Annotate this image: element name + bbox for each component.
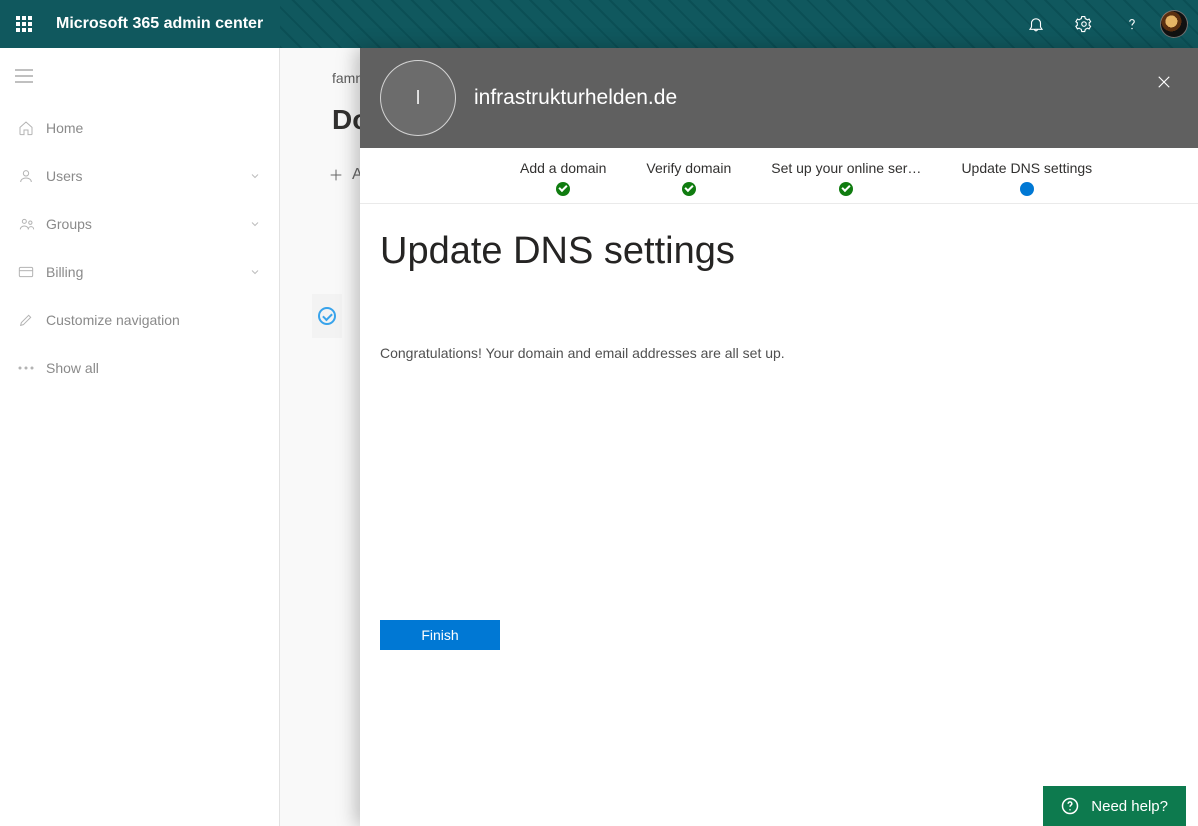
check-circle-icon [682,182,696,196]
step-setup-services[interactable]: Set up your online ser… [771,160,921,196]
product-name: Microsoft 365 admin center [48,15,279,33]
sidebar-item-show-all[interactable]: Show all [0,344,279,392]
step-verify-domain[interactable]: Verify domain [646,160,731,196]
left-nav: Home Users Groups Billing Customize n [0,48,280,826]
hamburger-icon [15,69,33,83]
panel-message: Congratulations! Your domain and email a… [380,345,1178,361]
sidebar-item-label: Home [46,120,83,136]
bell-icon [1027,15,1045,33]
step-update-dns[interactable]: Update DNS settings [961,160,1092,196]
check-circle-icon [839,182,853,196]
sidebar-item-label: Groups [46,216,92,232]
domain-avatar-initial: I [415,87,421,110]
chevron-down-icon [249,218,261,230]
panel-header: I infrastrukturhelden.de [360,48,1198,148]
check-circle-icon [318,307,336,325]
wizard-steps: Add a domain Verify domain Set up your o… [360,148,1198,204]
chevron-down-icon [249,266,261,278]
sidebar-item-customize[interactable]: Customize navigation [0,296,279,344]
sidebar-item-home[interactable]: Home [0,104,279,152]
check-circle-icon [556,182,570,196]
domain-row-select[interactable] [312,294,342,338]
domain-setup-panel: I infrastrukturhelden.de Add a domain Ve… [360,48,1198,826]
step-add-domain[interactable]: Add a domain [520,160,606,196]
sidebar-item-label: Show all [46,360,99,376]
plus-icon [328,167,344,183]
close-button[interactable] [1148,66,1180,98]
nav-toggle-button[interactable] [0,56,48,96]
sidebar-item-groups[interactable]: Groups [0,200,279,248]
users-icon [18,168,46,184]
add-button[interactable] [320,167,352,183]
chevron-down-icon [249,170,261,182]
step-label: Set up your online ser… [771,160,921,176]
domain-avatar: I [380,60,456,136]
gear-icon [1075,15,1093,33]
need-help-label: Need help? [1091,798,1168,815]
step-label: Add a domain [520,160,606,176]
waffle-icon [16,16,32,32]
billing-icon [18,264,46,280]
finish-button[interactable]: Finish [380,620,500,650]
current-step-dot-icon [1020,182,1034,196]
settings-button[interactable] [1060,0,1108,48]
help-circle-icon [1061,797,1079,815]
sidebar-item-label: Customize navigation [46,312,180,328]
sidebar-item-users[interactable]: Users [0,152,279,200]
panel-heading: Update DNS settings [380,230,1178,273]
global-header: Microsoft 365 admin center [0,0,1198,48]
pencil-icon [18,312,46,328]
close-icon [1155,73,1173,91]
panel-body: Update DNS settings Congratulations! You… [360,204,1198,826]
ellipsis-icon [18,366,46,370]
notifications-button[interactable] [1012,0,1060,48]
app-launcher-button[interactable] [0,0,48,48]
question-icon [1123,15,1141,33]
step-label: Verify domain [646,160,731,176]
need-help-button[interactable]: Need help? [1043,786,1186,826]
help-button[interactable] [1108,0,1156,48]
groups-icon [18,216,46,232]
home-icon [18,120,46,136]
panel-domain-name: infrastrukturhelden.de [474,86,677,110]
sidebar-item-label: Users [46,168,83,184]
sidebar-item-billing[interactable]: Billing [0,248,279,296]
sidebar-item-label: Billing [46,264,83,280]
account-avatar[interactable] [1160,10,1188,38]
step-label: Update DNS settings [961,160,1092,176]
